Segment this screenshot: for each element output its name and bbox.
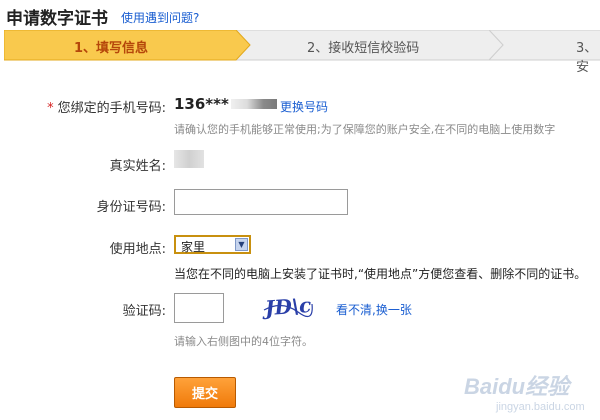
id-number-label: 身份证号码: [96,200,166,215]
step-progress-bar: 1、填写信息 2、接收短信校验码 3、安 [4,30,600,75]
captcha-label: 验证码: [122,304,166,319]
id-number-input[interactable] [174,189,348,215]
chevron-down-icon[interactable]: ▼ [235,238,248,251]
captcha-image[interactable]: JD\c [262,292,314,322]
location-selected-value: 家里 [181,240,206,254]
location-select[interactable]: 家里 ▼ [174,235,251,254]
captcha-input[interactable] [174,293,224,323]
phone-number: 136*** [174,95,277,113]
phone-mask [230,98,277,109]
phone-label-text: 您绑定的手机号码: [57,101,166,116]
baidu-jingyan-watermark: Baidu经验 jingyan.baidu.com [452,365,600,420]
submit-button[interactable]: 提交 [174,377,236,408]
location-note: 当您在不同的电脑上安装了证书时,“使用地点”方便您查看、删除不同的证书。 [174,267,587,281]
phone-value: 136*** [174,95,229,113]
step-1-label: 1、填写信息 [74,41,149,56]
watermark-brand: Baidu经验 [464,374,570,399]
page-title: 申请数字证书 [6,9,108,29]
step-3-label: 3、安 [576,41,598,75]
step-2-label: 2、接收短信校验码 [307,41,420,56]
phone-label: * 您绑定的手机号码: [26,97,166,116]
captcha-hint: 请输入右侧图中的4位字符。 [174,335,313,348]
refresh-captcha-link[interactable]: 看不清,换一张 [336,301,412,318]
change-number-link[interactable]: 更换号码 [280,98,328,115]
required-mark: * [47,101,54,116]
real-name-label: 真实姓名: [109,159,166,174]
phone-hint: 请确认您的手机能够正常使用;为了保障您的账户安全,在不同的电脑上使用数字 [174,123,556,136]
location-label: 使用地点: [109,242,166,257]
real-name-mask [174,150,204,168]
watermark-url: jingyan.baidu.com [496,401,585,413]
help-link[interactable]: 使用遇到问题? [121,9,199,26]
